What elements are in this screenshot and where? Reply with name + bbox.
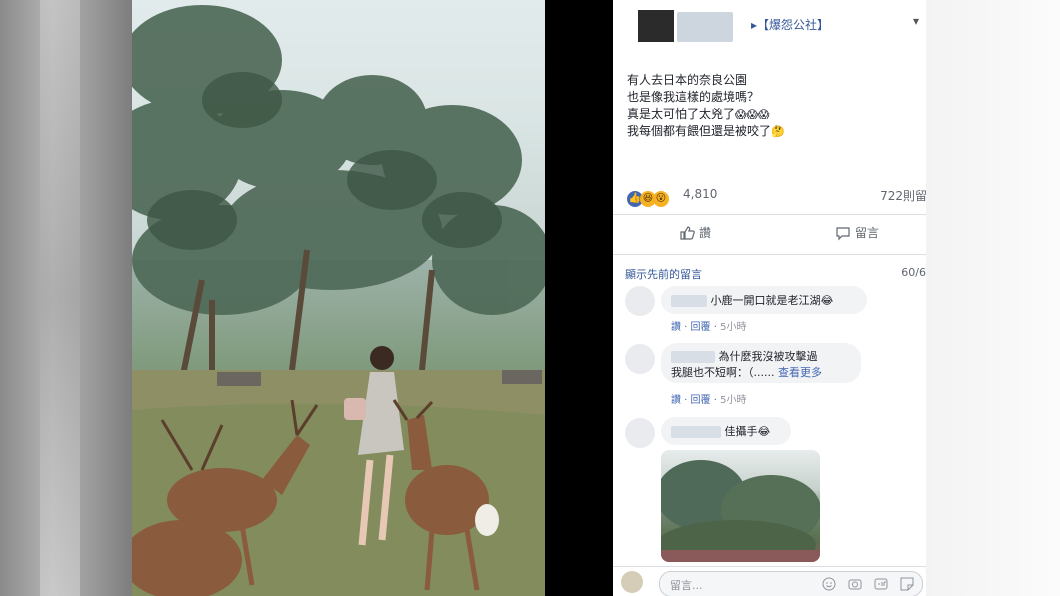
comment-text-line-1: 為什麼我沒被攻擊過 [718, 350, 818, 363]
comment-photo[interactable] [661, 450, 820, 562]
post-line-2: 也是像我這樣的處境嗎？ [627, 90, 760, 104]
camera-icon[interactable] [848, 576, 864, 592]
post-photo-nara-deer[interactable] [132, 0, 545, 596]
reaction-icons: 👍 😆 😮 [627, 186, 669, 207]
divider [613, 214, 926, 215]
comment-text: 小鹿一開口就是老江湖 [710, 294, 821, 307]
post-line-3: 真是太可怕了太兇了 [627, 107, 736, 121]
blur-streak [40, 0, 80, 596]
group-link[interactable]: ▸【爆怨公社】 [751, 16, 829, 33]
wow-icon: 😮 [653, 191, 669, 207]
comment-bubble: 小鹿一開口就是老江湖😂 [661, 286, 867, 314]
thinking-emoji-icon: 🤔 [771, 125, 785, 138]
comment-button[interactable]: 留言 [835, 224, 879, 241]
comment-text-line-2: 我腿也不短啊：（...... [671, 366, 775, 379]
gif-icon[interactable] [874, 576, 890, 592]
comment-actions[interactable]: 讚 · 回覆 · [671, 322, 717, 333]
comment-icon [836, 226, 850, 240]
comments-pager: 60/6 [901, 266, 926, 279]
reactions-summary[interactable]: 👍 😆 😮 4,810 722則留 [627, 184, 926, 207]
laugh-emoji-icon: 😂 [757, 425, 771, 438]
comment-photo-illustration [661, 460, 820, 562]
comment-input-placeholder: 留言... [670, 579, 703, 592]
comment-meta: 讚 · 回覆 · 5小時 [671, 318, 746, 333]
divider [613, 254, 926, 255]
commenter-name-blurred[interactable] [671, 351, 715, 363]
photo-illustration [132, 0, 545, 596]
commenter-name-blurred[interactable] [671, 295, 707, 307]
comment-bubble: 為什麼我沒被攻擊過 我腿也不短啊：（...... 查看更多 [661, 343, 861, 383]
emoji-icon[interactable] [822, 576, 838, 592]
avatar[interactable] [625, 286, 655, 316]
commenter-name-blurred[interactable] [671, 426, 721, 438]
comment-count[interactable]: 722則留 [880, 187, 926, 204]
like-button[interactable]: 讚 [679, 224, 711, 241]
comment-input-icons [822, 576, 916, 592]
blurred-left-background [0, 0, 132, 596]
chevron-down-icon[interactable]: ▾ [913, 14, 919, 28]
facebook-post-panel: ▸【爆怨公社】 ▾ 有人去日本的奈良公園 也是像我這樣的處境嗎？ 真是太可怕了太… [613, 0, 926, 596]
comment-actions[interactable]: 讚 · 回覆 · [671, 395, 717, 406]
see-more-link[interactable]: 查看更多 [778, 366, 822, 379]
avatar[interactable] [625, 344, 655, 374]
thumbs-up-icon [680, 225, 695, 240]
poster-avatar-blurred[interactable] [638, 10, 674, 42]
reaction-count[interactable]: 4,810 [683, 187, 717, 201]
comment-time[interactable]: 5小時 [720, 322, 746, 333]
poster-name-blurred[interactable] [677, 12, 733, 42]
view-previous-comments-link[interactable]: 顯示先前的留言 [625, 268, 702, 281]
post-line-1: 有人去日本的奈良公園 [627, 73, 748, 87]
blurred-right-background [926, 0, 1060, 596]
comment-time[interactable]: 5小時 [720, 395, 746, 406]
avatar[interactable] [621, 571, 643, 593]
black-divider [545, 0, 613, 596]
laugh-emoji-icon: 😂 [820, 294, 834, 307]
comment-bubble: 佳攝手😂 [661, 417, 791, 445]
post-line-4: 我每個都有餵但還是被咬了 [627, 124, 772, 138]
write-comment-row: 留言... [613, 566, 926, 596]
sticker-icon[interactable] [900, 576, 916, 592]
scream-emoji-icon: 😱😱😱 [735, 108, 770, 121]
like-label: 讚 [699, 226, 712, 240]
post-body: 有人去日本的奈良公園 也是像我這樣的處境嗎？ 真是太可怕了太兇了😱😱😱 我每個都… [627, 72, 785, 140]
comment-text: 佳攝手 [724, 425, 758, 438]
comment-meta: 讚 · 回覆 · 5小時 [671, 391, 746, 406]
comment-input[interactable]: 留言... [659, 571, 923, 596]
comments-header: 顯示先前的留言 60/6 [625, 266, 926, 282]
avatar[interactable] [625, 418, 655, 448]
comment-label: 留言 [855, 226, 880, 240]
